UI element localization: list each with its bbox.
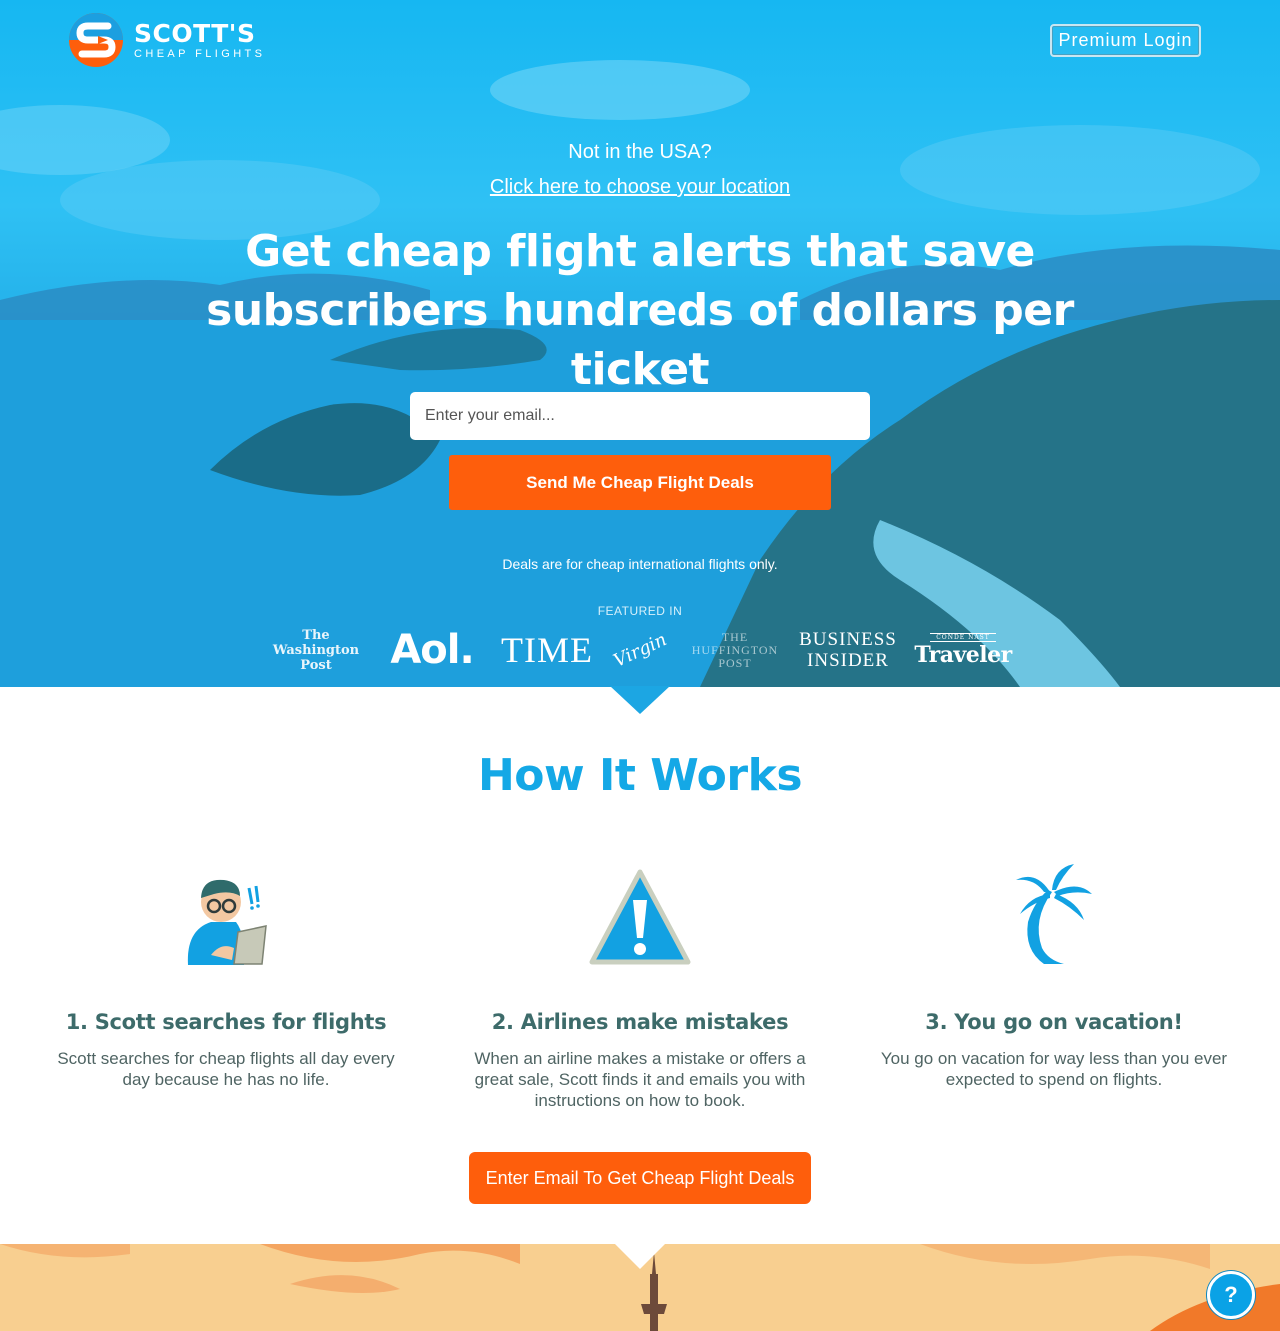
send-deals-button[interactable]: Send Me Cheap Flight Deals <box>449 455 831 510</box>
wapo-line-2: Washington <box>272 642 360 658</box>
press-logo-huffington-post: THE HUFFINGTON POST <box>684 622 786 678</box>
hero-headline: Get cheap flight alerts that save subscr… <box>140 222 1140 399</box>
huff-line-3: POST <box>718 655 752 670</box>
step-2: 2. Airlines make mistakes When an airlin… <box>450 860 830 1111</box>
palm-tree-icon <box>1016 864 1092 964</box>
step-3: 3. You go on vacation! You go on vacatio… <box>864 860 1244 1090</box>
bi-line-2: INSIDER <box>807 650 889 671</box>
wapo-line-1: The <box>302 627 330 643</box>
step-1: 1. Scott searches for flights Scott sear… <box>36 860 416 1090</box>
location-question: Not in the USA? <box>568 141 712 163</box>
press-logo-time: TIME <box>501 630 593 670</box>
bi-line-1: BUSINESS <box>799 629 897 650</box>
logo-tagline: CHEAP FLIGHTS <box>134 48 266 60</box>
press-logo-business-insider: BUSINESS INSIDER <box>799 622 897 678</box>
traveler-top-line: CONDÉ NAST <box>930 632 996 642</box>
help-button[interactable]: ? <box>1207 1271 1255 1319</box>
headline-line-2: subscribers hundreds of dollars per tick… <box>206 285 1074 395</box>
hero-section: SCOTT'S CHEAP FLIGHTS Premium Login Not … <box>0 0 1280 687</box>
step-1-title: 1. Scott searches for flights <box>65 1010 387 1034</box>
press-logo-washington-post: The Washington Post <box>272 622 360 678</box>
choose-location-link[interactable]: Click here to choose your location <box>490 176 790 198</box>
scott-laptop-icon <box>187 879 267 965</box>
logo-title: SCOTT'S <box>134 19 256 48</box>
huff-line-1: THE <box>721 629 749 644</box>
premium-login-button[interactable]: Premium Login <box>1050 24 1201 57</box>
step-1-description: Scott searches for cheap flights all day… <box>57 1049 395 1089</box>
banner-pointer <box>614 1243 666 1269</box>
press-logo-aol: Aol. <box>390 627 474 673</box>
huff-line-2: HUFFINGTON <box>691 642 779 657</box>
hero-pointer <box>610 686 670 714</box>
enter-email-cta-button[interactable]: Enter Email To Get Cheap Flight Deals <box>469 1152 811 1204</box>
how-it-works-title: How It Works <box>477 750 803 801</box>
featured-in-label: FEATURED IN <box>597 604 683 618</box>
email-input[interactable] <box>410 392 870 440</box>
step-2-description: When an airline makes a mistake or offer… <box>474 1049 806 1110</box>
headline-line-1: Get cheap flight alerts that save <box>245 226 1035 277</box>
step-3-title: 3. You go on vacation! <box>925 1010 1183 1034</box>
logo-s-icon <box>69 13 123 67</box>
deals-note: Deals are for cheap international flight… <box>502 556 778 572</box>
wapo-line-3: Post <box>300 657 332 673</box>
traveler-title: Traveler <box>914 641 1012 668</box>
step-2-title: 2. Airlines make mistakes <box>491 1010 789 1034</box>
step-3-description: You go on vacation for way less than you… <box>880 1049 1228 1089</box>
warning-icon <box>589 869 691 965</box>
logo[interactable]: SCOTT'S CHEAP FLIGHTS <box>68 12 265 68</box>
press-logo-traveler: CONDÉ NAST Traveler <box>913 622 1013 678</box>
